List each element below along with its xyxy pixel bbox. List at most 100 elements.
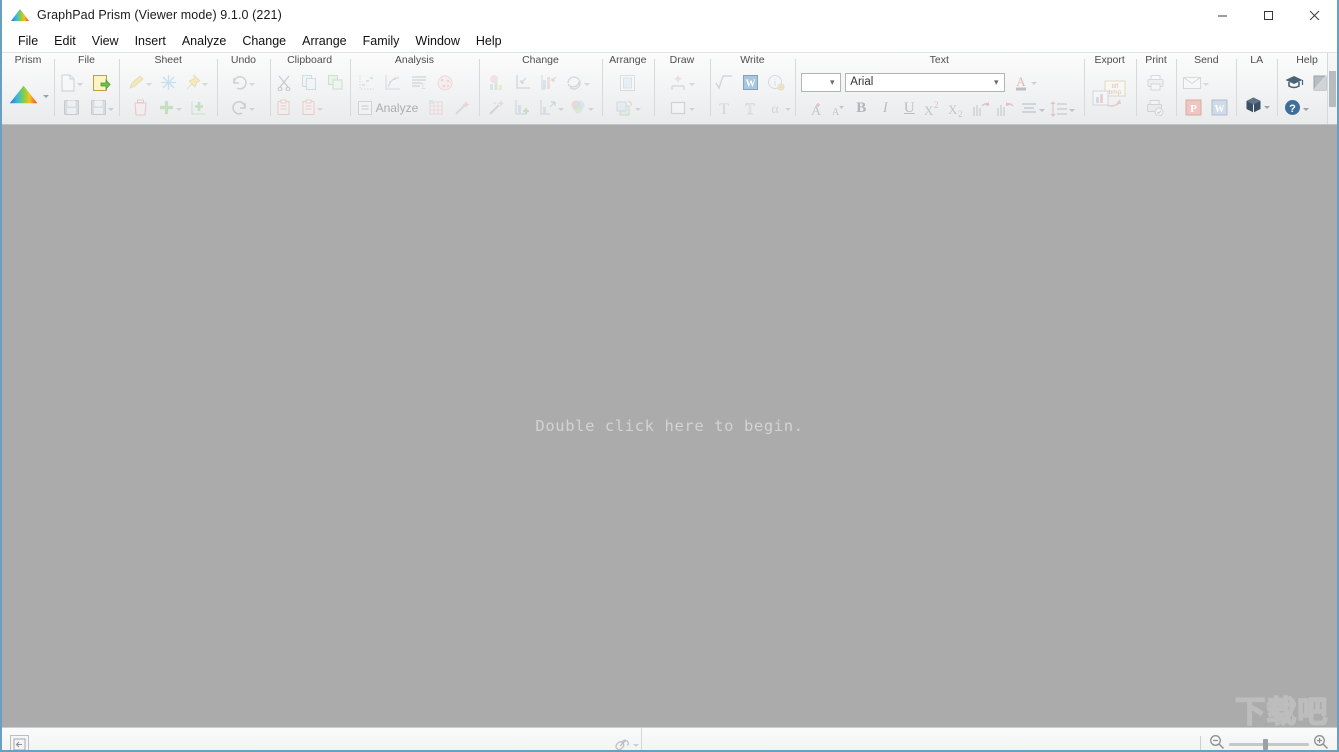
change-axes-button[interactable] — [510, 70, 536, 95]
add-data-set-button[interactable] — [510, 95, 536, 120]
cluster-button[interactable] — [432, 70, 458, 95]
font-name-combo[interactable]: Arial ▾ — [845, 72, 1006, 92]
svg-text:2: 2 — [958, 109, 963, 118]
paste-special-button[interactable] — [297, 95, 327, 120]
ribbon-scrollbar[interactable] — [1327, 53, 1337, 124]
superscript-button[interactable]: X2 — [921, 97, 945, 121]
grow-font-button[interactable]: A — [801, 97, 825, 121]
send-powerpoint-button[interactable]: P — [1180, 95, 1206, 120]
draw-shape-caret-icon — [689, 107, 696, 111]
zoom-slider[interactable] — [1229, 739, 1309, 750]
print-button[interactable] — [1143, 70, 1169, 95]
change-graph-type-button[interactable] — [484, 70, 510, 95]
svg-text:P: P — [1190, 103, 1197, 115]
results-table-button[interactable] — [423, 95, 449, 120]
text-rotate-right-button[interactable] — [993, 97, 1017, 121]
maximize-button[interactable] — [1245, 0, 1291, 30]
rename-sheet-button[interactable] — [125, 70, 155, 95]
lab-archives-button[interactable] — [1242, 93, 1272, 118]
open-file-button[interactable] — [87, 70, 117, 95]
duplicate-sheet-button[interactable] — [185, 95, 211, 120]
subscript-button[interactable]: X2 — [945, 97, 969, 121]
menu-help[interactable]: Help — [468, 32, 510, 50]
draw-line-button[interactable] — [667, 70, 697, 95]
pin-sheet-button[interactable] — [181, 70, 211, 95]
document-canvas[interactable]: Double click here to begin. 下载吧 www.xiaz… — [2, 125, 1337, 739]
analyze-button[interactable]: Analyze — [354, 98, 424, 118]
zoom-slider-knob[interactable] — [1263, 739, 1268, 750]
prism-logo-icon — [10, 8, 30, 22]
underline-button[interactable]: U — [897, 97, 921, 121]
graduation-cap-button[interactable] — [1281, 70, 1307, 95]
export-image-button[interactable]: tiff bmp — [1088, 71, 1132, 119]
analysis-wand-button[interactable] — [449, 95, 475, 120]
interpolate-button[interactable] — [354, 70, 380, 95]
minimize-button[interactable] — [1199, 0, 1245, 30]
summary-button[interactable]: Σ — [406, 70, 432, 95]
new-sheet-button[interactable] — [155, 95, 185, 120]
collapse-navigator-icon[interactable] — [10, 735, 29, 750]
undo-button[interactable] — [228, 95, 258, 120]
cut-button[interactable] — [271, 70, 297, 95]
print-preview-button[interactable] — [1143, 95, 1169, 120]
link-sheets-button[interactable] — [614, 736, 639, 750]
watermark-cn-text: 下载吧 — [1234, 696, 1329, 730]
bold-button[interactable]: B — [849, 97, 873, 121]
save-as-button[interactable] — [87, 95, 117, 120]
freeze-sheet-button[interactable] — [155, 70, 181, 95]
line-spacing-button[interactable] — [1047, 97, 1077, 121]
change-bars-button[interactable] — [536, 70, 562, 95]
svg-text:T: T — [746, 101, 756, 117]
menu-insert[interactable]: Insert — [127, 32, 174, 50]
color-scheme-button[interactable] — [566, 95, 596, 120]
duplicate-button[interactable] — [323, 70, 349, 95]
insert-word-object-button[interactable]: W — [737, 70, 763, 95]
prism-menu-button[interactable] — [6, 71, 50, 119]
menu-edit[interactable]: Edit — [46, 32, 84, 50]
group-title-sheet: Sheet — [154, 54, 182, 66]
save-button[interactable] — [57, 95, 87, 120]
paste-button[interactable] — [271, 95, 297, 120]
italic-button[interactable]: I — [873, 97, 897, 121]
menu-view[interactable]: View — [84, 32, 127, 50]
page-layout-button[interactable] — [613, 70, 643, 95]
font-size-combo[interactable]: ▾ — [801, 72, 842, 92]
menu-file[interactable]: File — [10, 32, 46, 50]
send-word-button[interactable]: W — [1206, 95, 1232, 120]
delete-sheet-button[interactable] — [125, 95, 155, 120]
font-color-button[interactable]: A — [1009, 70, 1039, 95]
greek-symbol-button[interactable]: α — [763, 95, 793, 120]
align-text-button[interactable] — [1017, 97, 1047, 121]
zoom-in-button[interactable] — [1313, 734, 1329, 750]
scale-graph-button[interactable] — [536, 95, 566, 120]
shrink-font-button[interactable]: A — [825, 97, 849, 121]
close-button[interactable] — [1291, 0, 1337, 30]
info-button[interactable]: i — [763, 70, 789, 95]
change-refresh-button[interactable] — [562, 70, 592, 95]
ribbon-scrollbar-thumb[interactable] — [1329, 71, 1336, 107]
magic-wand-button[interactable] — [484, 95, 510, 120]
menu-analyze[interactable]: Analyze — [174, 32, 234, 50]
send-email-button[interactable] — [1180, 70, 1210, 95]
group-title-prism: Prism — [14, 54, 42, 66]
text-box-button[interactable]: T — [711, 95, 737, 120]
menu-window[interactable]: Window — [407, 32, 467, 50]
menu-change[interactable]: Change — [234, 32, 294, 50]
status-divider — [1200, 735, 1201, 750]
equation-button[interactable] — [711, 70, 737, 95]
help-question-button[interactable]: ? — [1281, 95, 1311, 120]
curve-fit-button[interactable] — [380, 70, 406, 95]
text-outline-button[interactable]: T — [737, 95, 763, 120]
copy-button[interactable] — [297, 70, 323, 95]
menu-family[interactable]: Family — [355, 32, 408, 50]
svg-text:?: ? — [1289, 103, 1296, 115]
menu-arrange[interactable]: Arrange — [294, 32, 354, 50]
new-file-button[interactable] — [57, 70, 87, 95]
draw-shape-button[interactable] — [667, 95, 697, 120]
redo-button[interactable] — [228, 70, 258, 95]
text-rotate-left-button[interactable] — [969, 97, 993, 121]
send-email-caret-icon — [1202, 82, 1209, 86]
zoom-out-button[interactable] — [1209, 734, 1225, 750]
arrange-objects-button[interactable] — [613, 95, 643, 120]
group-title-change: Change — [522, 54, 559, 66]
